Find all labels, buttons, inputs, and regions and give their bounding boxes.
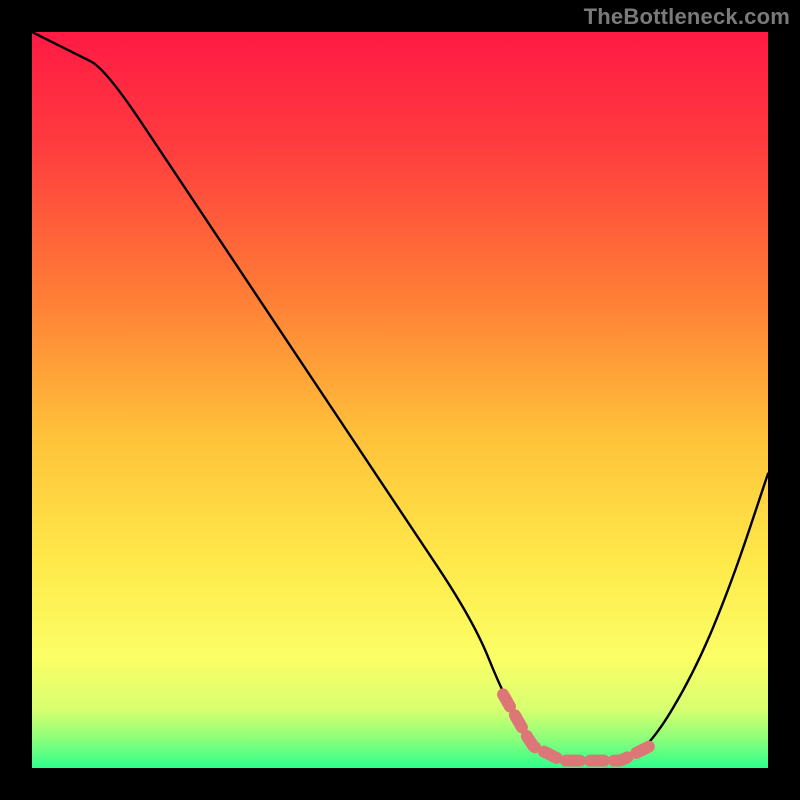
chart-container: TheBottleneck.com	[0, 0, 800, 800]
plot-background	[32, 32, 768, 768]
bottleneck-chart	[0, 0, 800, 800]
watermark-text: TheBottleneck.com	[584, 4, 790, 30]
